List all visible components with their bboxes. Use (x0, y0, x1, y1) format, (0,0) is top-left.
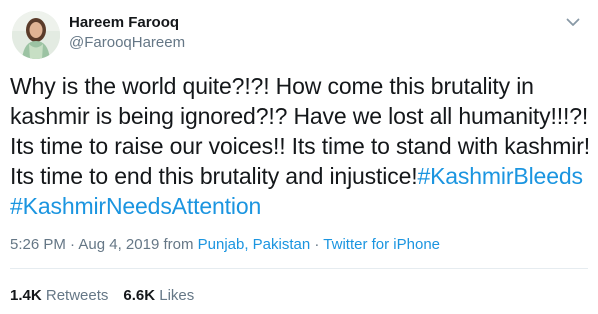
hashtag-link[interactable]: #KashmirNeedsAttention (10, 193, 261, 219)
divider (10, 268, 588, 269)
author-handle[interactable]: @FarooqHareem (69, 34, 185, 52)
tweet-stats: 1.4K Retweets 6.6K Likes (10, 287, 209, 305)
avatar[interactable] (12, 11, 60, 59)
tweet-date[interactable]: Aug 4, 2019 (78, 236, 159, 253)
tweet-text: Why is the world quite?!?! How come this… (10, 71, 592, 221)
tweet-card: Hareem Farooq @FarooqHareem Why is the w… (0, 0, 598, 314)
tweet-meta: 5:26 PM · Aug 4, 2019 from Punjab, Pakis… (10, 236, 440, 254)
source-link[interactable]: Twitter for iPhone (323, 236, 440, 253)
retweets-stat[interactable]: 1.4K Retweets (10, 287, 108, 304)
likes-label: Likes (159, 287, 195, 304)
chevron-down-icon[interactable] (563, 14, 583, 30)
location-link[interactable]: Punjab, Pakistan (198, 236, 311, 253)
tweet-line-text: Its time to end this brutality and injus… (10, 163, 418, 189)
likes-stat[interactable]: 6.6K Likes (123, 287, 194, 304)
likes-count: 6.6K (123, 287, 156, 304)
hashtag-link[interactable]: #KashmirBleeds (417, 163, 583, 189)
retweets-count: 1.4K (10, 287, 42, 304)
tweet-line: Its time to raise our voices!! Its time … (10, 133, 590, 159)
tweet-line-with-hashtag: Its time to end this brutality and injus… (10, 161, 592, 191)
tweet-line-hashtag: #KashmirNeedsAttention (10, 191, 592, 221)
retweets-label: Retweets (45, 287, 109, 304)
meta-separator: · (310, 236, 324, 253)
author-name[interactable]: Hareem Farooq (69, 14, 179, 32)
meta-separator: · (65, 236, 79, 253)
tweet-line: Why is the world quite?!?! How come this… (10, 73, 534, 99)
meta-from-label: from (159, 236, 198, 253)
tweet-time[interactable]: 5:26 PM (10, 236, 66, 253)
tweet-line: kashmir is being ignored?!? Have we lost… (10, 103, 589, 129)
